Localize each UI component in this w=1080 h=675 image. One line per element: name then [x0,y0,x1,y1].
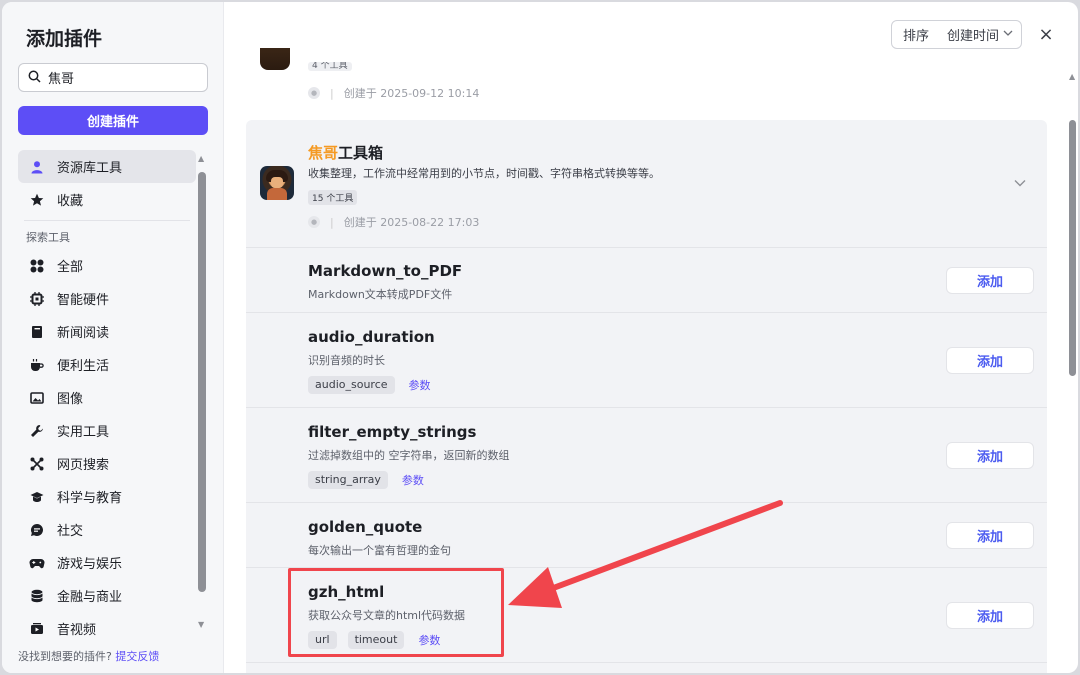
annotation-arrow-icon [508,500,783,608]
